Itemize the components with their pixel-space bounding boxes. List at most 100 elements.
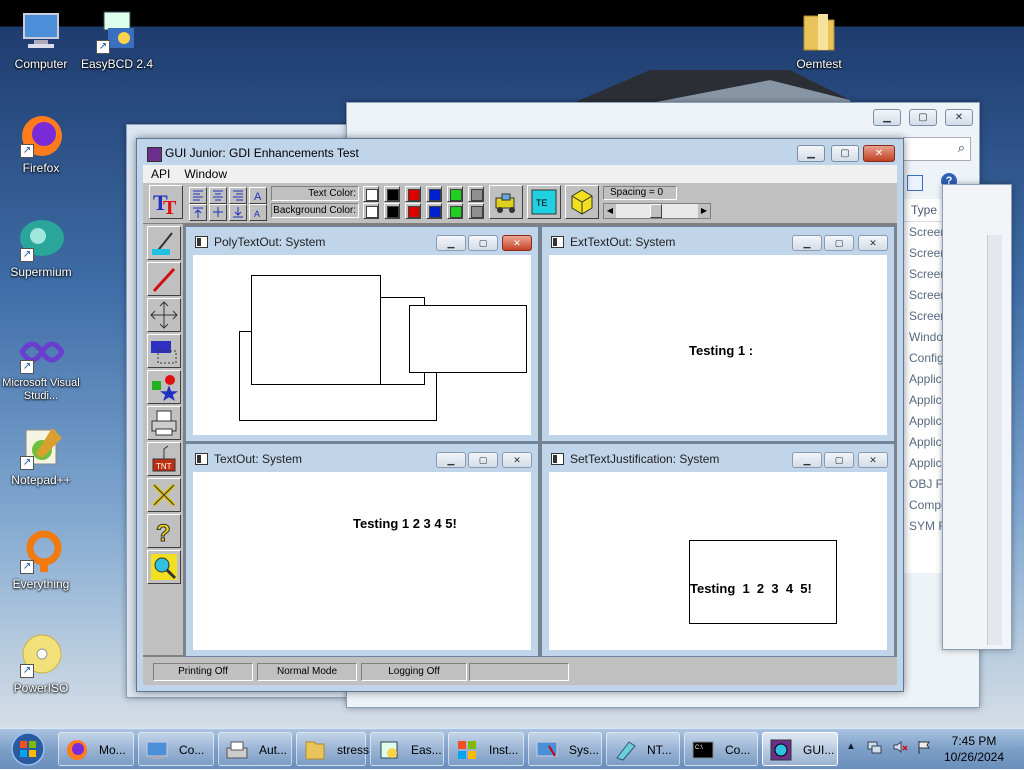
menu-window[interactable]: Window — [176, 165, 233, 181]
background-color-swatch[interactable] — [405, 203, 421, 219]
drawing-area[interactable]: Testing 1 2 3 4 5! — [549, 472, 887, 650]
magnify-tool[interactable] — [147, 550, 181, 584]
close-button[interactable]: ✕ — [945, 109, 973, 126]
child-polytextout[interactable]: PolyTextOut: System ▁ ▢ ✕ — [185, 226, 539, 442]
action-center-flag-icon[interactable] — [916, 739, 932, 755]
print-tool[interactable] — [147, 406, 181, 440]
start-button[interactable] — [6, 731, 50, 767]
notepad-icon — [613, 738, 637, 762]
font-tool-button[interactable]: TT — [149, 185, 183, 219]
font-a-button[interactable]: A — [249, 187, 267, 204]
desktop-icon-everything[interactable]: ↗ Everything — [0, 528, 82, 591]
drawing-area[interactable] — [193, 255, 531, 435]
maximize-button[interactable]: ▢ — [468, 452, 498, 468]
desktop-icon-oemtest[interactable]: Oemtest — [778, 8, 860, 71]
preview-pane-icon[interactable] — [907, 175, 923, 191]
text-color-swatch[interactable] — [468, 186, 484, 202]
clock[interactable]: 7:45 PM 10/26/2024 — [938, 733, 1010, 765]
taskbar-button[interactable]: Co... — [138, 732, 214, 766]
help-tool[interactable]: ? — [147, 514, 181, 548]
desktop-icon-easybcd[interactable]: ↗ EasyBCD 2.4 — [76, 8, 158, 71]
minimize-button[interactable]: ▁ — [436, 452, 466, 468]
taskbar-button[interactable]: NT... — [606, 732, 680, 766]
text-color-swatch[interactable] — [405, 186, 421, 202]
te-tool-button[interactable]: TE — [527, 185, 561, 219]
text-color-swatch[interactable] — [363, 186, 379, 202]
taskbar-button[interactable]: Eas... — [370, 732, 444, 766]
valign-bottom-button[interactable] — [229, 204, 247, 221]
slider-right-arrow[interactable]: ▶ — [698, 204, 710, 218]
drawing-area[interactable]: Testing 1 : — [549, 255, 887, 435]
close-button[interactable]: ✕ — [858, 452, 888, 468]
spacing-slider[interactable]: ◀ ▶ — [603, 203, 711, 219]
taskbar-button[interactable]: GUI... — [762, 732, 838, 766]
maximize-button[interactable]: ▢ — [909, 109, 937, 126]
slider-thumb[interactable] — [650, 204, 662, 218]
desktop-icon-supermium[interactable]: ↗ Supermium — [0, 216, 82, 279]
background-color-swatch[interactable] — [363, 203, 379, 219]
taskbar-button[interactable]: C:\ Co... — [684, 732, 758, 766]
maximize-button[interactable]: ▢ — [824, 452, 854, 468]
taskbar-button[interactable]: Inst... — [448, 732, 524, 766]
volume-muted-icon[interactable] — [892, 739, 908, 755]
align-right-button[interactable] — [229, 187, 247, 204]
background-color-swatch[interactable] — [447, 203, 463, 219]
pen-tool[interactable] — [147, 262, 181, 296]
network-icon[interactable] — [866, 739, 882, 755]
taskbar-button[interactable]: Sys... — [528, 732, 602, 766]
desktop-icon-notepadpp[interactable]: ↗ Notepad++ — [0, 424, 82, 487]
text-color-swatch[interactable] — [384, 186, 400, 202]
close-button[interactable]: ✕ — [858, 235, 888, 251]
stress-tool[interactable]: TNT — [147, 442, 181, 476]
drawing-area[interactable]: Testing 1 2 3 4 5! — [193, 472, 531, 650]
taskbar-button[interactable]: stress — [296, 732, 369, 766]
close-button[interactable]: ✕ — [863, 145, 895, 162]
valign-middle-button[interactable] — [209, 204, 227, 221]
background-color-swatch[interactable] — [426, 203, 442, 219]
firefox-icon — [65, 738, 89, 762]
maximize-button[interactable]: ▢ — [468, 235, 498, 251]
valign-top-button[interactable] — [189, 204, 207, 221]
show-hidden-icons-button[interactable]: ▲ — [846, 741, 856, 752]
car-tool-button[interactable] — [489, 185, 523, 219]
shapes-tool[interactable] — [147, 370, 181, 404]
child-textout[interactable]: TextOut: System ▁ ▢ ✕ Testing 1 2 3 4 5! — [185, 443, 539, 657]
minimize-button[interactable]: ▁ — [797, 145, 825, 162]
minimize-button[interactable]: ▁ — [792, 452, 822, 468]
minimize-button[interactable]: ▁ — [792, 235, 822, 251]
font-a-small-button[interactable]: A — [249, 204, 267, 221]
desktop-icon-computer[interactable]: Computer — [0, 8, 82, 71]
minimize-button[interactable]: ▁ — [873, 109, 901, 126]
cube-tool-button[interactable] — [565, 185, 599, 219]
menu-api[interactable]: API — [143, 165, 176, 181]
align-left-button[interactable] — [189, 187, 207, 204]
scrollbar[interactable] — [987, 235, 1002, 645]
slider-left-arrow[interactable]: ◀ — [604, 204, 616, 218]
child-exttextout[interactable]: ExtTextOut: System ▁ ▢ ✕ Testing 1 : — [541, 226, 895, 442]
gui-junior-icon — [769, 738, 793, 762]
maximize-button[interactable]: ▢ — [831, 145, 859, 162]
minimize-button[interactable]: ▁ — [436, 235, 466, 251]
desktop-icon-firefox[interactable]: ↗ Firefox — [0, 112, 82, 175]
brush-tool[interactable] — [147, 226, 181, 260]
taskbar-button[interactable]: Aut... — [218, 732, 292, 766]
desktop-icon-visual-studio[interactable]: ↗ Microsoft Visual Studi... — [0, 328, 82, 403]
close-button[interactable]: ✕ — [502, 235, 532, 251]
valign-top-icon — [193, 207, 203, 218]
text-color-swatch[interactable] — [426, 186, 442, 202]
taskbar-button[interactable]: Mo... — [58, 732, 134, 766]
search-input[interactable]: ⌕ — [903, 137, 971, 161]
bitblt-tool[interactable] — [147, 334, 181, 368]
close-button[interactable]: ✕ — [502, 452, 532, 468]
align-center-button[interactable] — [209, 187, 227, 204]
text-color-swatch[interactable] — [447, 186, 463, 202]
background-color-swatch[interactable] — [468, 203, 484, 219]
clear-tool[interactable] — [147, 478, 181, 512]
child-settextjustification[interactable]: SetTextJustification: System ▁ ▢ ✕ Testi… — [541, 443, 895, 657]
desktop-icon-poweriso[interactable]: ↗ PowerISO — [0, 632, 82, 695]
gui-junior-window[interactable]: GUI Junior: GDI Enhancements Test ▁ ▢ ✕ … — [136, 138, 904, 692]
background-color-swatch[interactable] — [384, 203, 400, 219]
move-tool[interactable] — [147, 298, 181, 332]
maximize-button[interactable]: ▢ — [824, 235, 854, 251]
background-window-3[interactable] — [942, 184, 1012, 650]
